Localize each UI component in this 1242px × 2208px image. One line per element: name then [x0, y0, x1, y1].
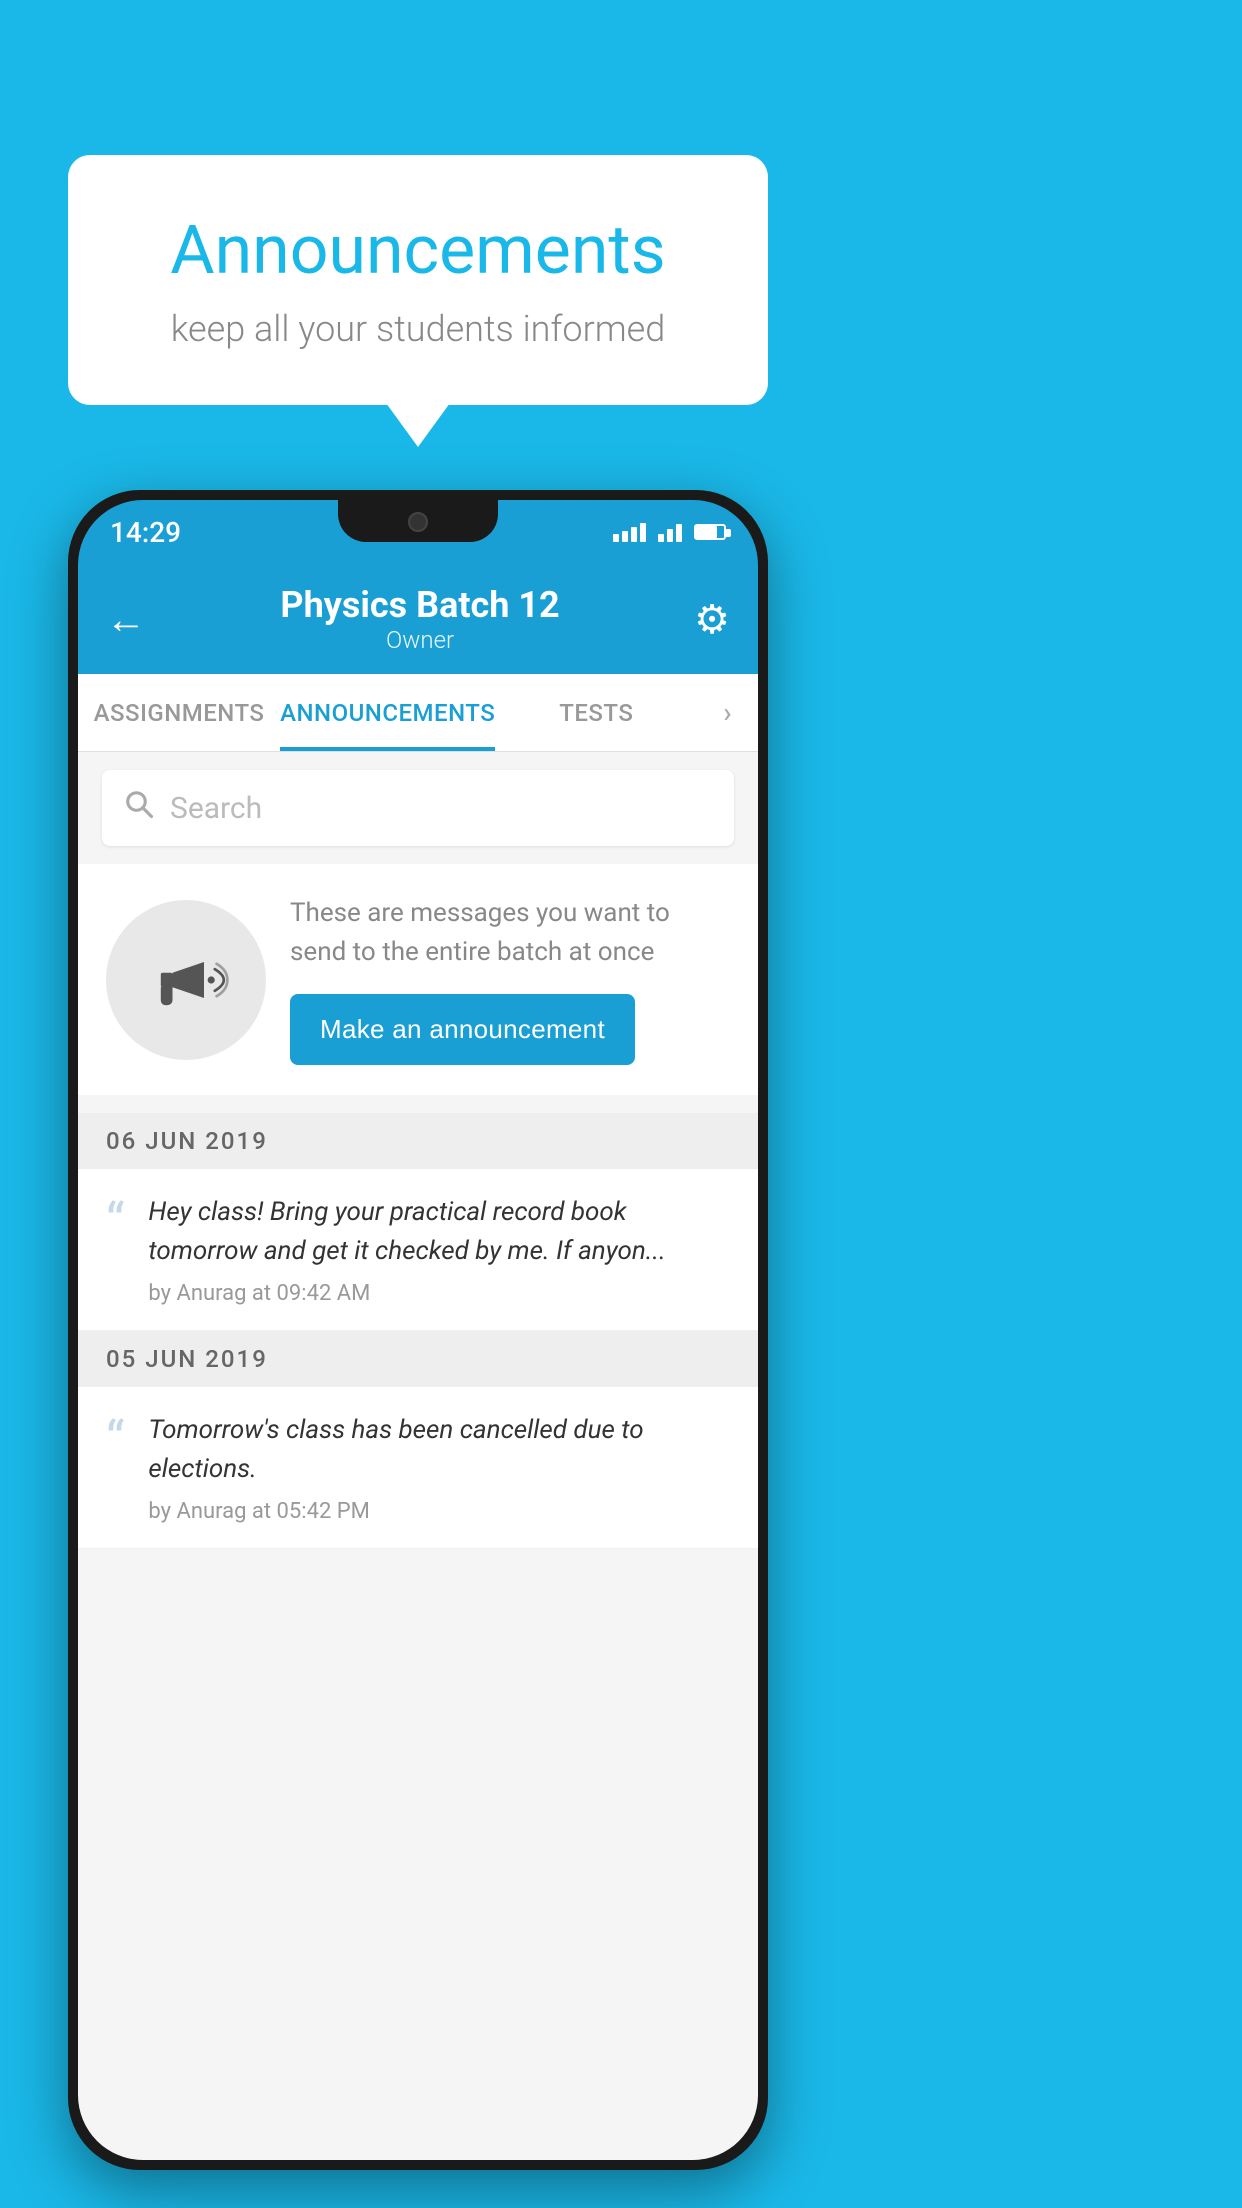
announcement-item-2[interactable]: “ Tomorrow's class has been cancelled du…	[78, 1387, 758, 1549]
quote-icon-2: “	[106, 1415, 124, 1467]
app-header: ← Physics Batch 12 Owner ⚙	[78, 564, 758, 674]
announcement-author-1: by Anurag at 09:42 AM	[148, 1281, 730, 1306]
make-announcement-button[interactable]: Make an announcement	[290, 994, 635, 1065]
quote-icon-1: “	[106, 1197, 124, 1249]
announcement-message-2: Tomorrow's class has been cancelled due …	[148, 1411, 730, 1489]
phone-frame: 14:29	[68, 490, 768, 2170]
signal-icon	[613, 522, 646, 542]
tab-bar: ASSIGNMENTS ANNOUNCEMENTS TESTS ›	[78, 674, 758, 752]
settings-button[interactable]: ⚙	[694, 596, 730, 643]
announcement-intro: These are messages you want to send to t…	[78, 864, 758, 1095]
date-separator-1: 06 JUN 2019	[78, 1113, 758, 1169]
announcement-intro-right: These are messages you want to send to t…	[290, 894, 730, 1065]
tab-announcements[interactable]: ANNOUNCEMENTS	[280, 674, 495, 751]
search-icon	[124, 789, 154, 827]
phone-inner: 14:29	[78, 500, 758, 2160]
announcement-icon-circle	[106, 900, 266, 1060]
search-placeholder: Search	[170, 791, 262, 826]
notch	[338, 500, 498, 542]
megaphone-icon	[141, 935, 231, 1025]
tab-assignments[interactable]: ASSIGNMENTS	[78, 674, 280, 751]
date-separator-2: 05 JUN 2019	[78, 1331, 758, 1387]
tab-tests[interactable]: TESTS	[495, 674, 697, 751]
speech-bubble: Announcements keep all your students inf…	[68, 155, 768, 405]
announcement-message-1: Hey class! Bring your practical record b…	[148, 1193, 730, 1271]
back-button[interactable]: ←	[106, 596, 146, 643]
speech-bubble-subtitle: keep all your students informed	[128, 308, 708, 350]
front-camera	[408, 512, 428, 532]
announcement-item-1[interactable]: “ Hey class! Bring your practical record…	[78, 1169, 758, 1331]
status-icons	[613, 522, 726, 542]
tab-more[interactable]: ›	[697, 674, 758, 751]
status-time: 14:29	[110, 516, 181, 549]
status-bar: 14:29	[78, 500, 758, 564]
wifi-icon	[658, 522, 682, 542]
announcement-author-2: by Anurag at 05:42 PM	[148, 1499, 730, 1524]
batch-role: Owner	[280, 626, 559, 654]
speech-bubble-title: Announcements	[128, 210, 708, 290]
announcement-text-wrap-1: Hey class! Bring your practical record b…	[148, 1193, 730, 1306]
speech-bubble-container: Announcements keep all your students inf…	[68, 155, 768, 405]
screen-content: Search These are messages you	[78, 752, 758, 2160]
header-center: Physics Batch 12 Owner	[280, 584, 559, 654]
battery-icon	[694, 524, 726, 540]
announcement-text-wrap-2: Tomorrow's class has been cancelled due …	[148, 1411, 730, 1524]
batch-title: Physics Batch 12	[280, 584, 559, 626]
announcement-intro-description: These are messages you want to send to t…	[290, 894, 730, 972]
search-bar[interactable]: Search	[102, 770, 734, 846]
